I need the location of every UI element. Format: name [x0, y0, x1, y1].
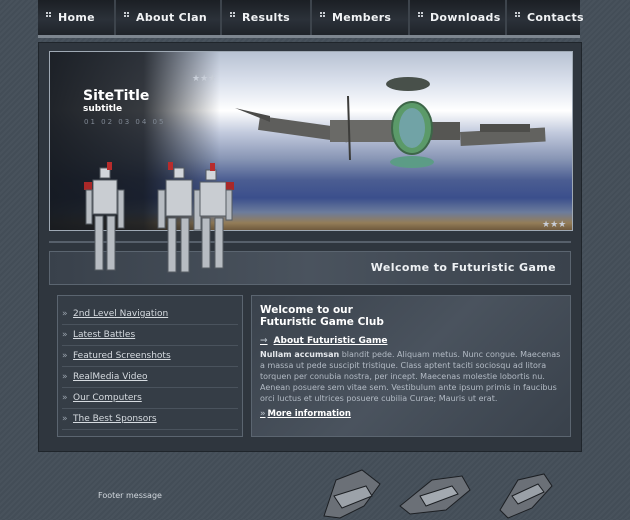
footer-message: Footer message — [98, 491, 162, 500]
nav-bullet-icon — [230, 12, 236, 18]
nav-label: Members — [332, 11, 392, 24]
nav-label: Downloads — [430, 11, 501, 24]
nav-contacts[interactable]: Contacts — [507, 0, 584, 35]
sidebar-item-our-computers[interactable]: Our Computers — [62, 388, 238, 409]
main-content-panel: Welcome to our Futuristic Game Club → Abo… — [251, 295, 571, 437]
site-subtitle: subtitle — [83, 104, 123, 114]
nav-results[interactable]: Results — [222, 0, 312, 35]
stars-icon: ★★★ — [192, 74, 217, 84]
nav-label: Results — [242, 11, 290, 24]
nav-about-clan[interactable]: About Clan — [116, 0, 222, 35]
sidebar-item-realmedia-video[interactable]: RealMedia Video — [62, 367, 238, 388]
content-body: Nullam accumsan blandit pede. Aliquam me… — [260, 349, 564, 404]
more-information-label: More information — [267, 409, 351, 419]
footer-ships-illustration — [323, 469, 553, 519]
nav-home[interactable]: Home — [38, 0, 116, 35]
welcome-title: Welcome to Futuristic Game — [370, 261, 556, 274]
chevron-right-icon: » — [260, 409, 266, 419]
more-information-link[interactable]: » More information — [260, 409, 351, 419]
nav-members[interactable]: Members — [312, 0, 410, 35]
banner-numbers: 01 02 03 04 05 — [84, 118, 166, 126]
nav-downloads[interactable]: Downloads — [410, 0, 507, 35]
sidebar-item-best-sponsors[interactable]: The Best Sponsors — [62, 409, 238, 430]
sidebar-item-featured-screenshots[interactable]: Featured Screenshots — [62, 346, 238, 367]
stars-icon: ★★★ — [542, 220, 567, 230]
spaceship-illustration — [235, 77, 546, 168]
content-title-line2: Futuristic Game Club — [260, 316, 384, 328]
site-title: SiteTitle — [83, 88, 150, 104]
nav-label: Contacts — [527, 11, 584, 24]
content-title: Welcome to our Futuristic Game Club — [260, 304, 460, 328]
nav-bullet-icon — [124, 12, 130, 18]
about-link-label: About Futuristic Game — [273, 336, 388, 346]
nav-bullet-icon — [418, 12, 424, 18]
sidebar-item-latest-battles[interactable]: Latest Battles — [62, 325, 238, 346]
nav-label: Home — [58, 11, 95, 24]
sidebar-navigation: 2nd Level Navigation Latest Battles Feat… — [62, 304, 238, 430]
nav-bullet-icon — [46, 12, 52, 18]
content-body-bold: Nullam accumsan — [260, 350, 340, 359]
nav-bullet-icon — [320, 12, 326, 18]
arrow-right-icon: → — [260, 336, 268, 346]
about-link[interactable]: → About Futuristic Game — [260, 336, 387, 346]
top-navigation: Home About Clan Results Members Download… — [38, 0, 584, 38]
nav-label: About Clan — [136, 11, 207, 24]
content-title-line1: Welcome to our — [260, 304, 353, 316]
robots-illustration — [84, 162, 234, 273]
nav-bullet-icon — [515, 12, 521, 18]
